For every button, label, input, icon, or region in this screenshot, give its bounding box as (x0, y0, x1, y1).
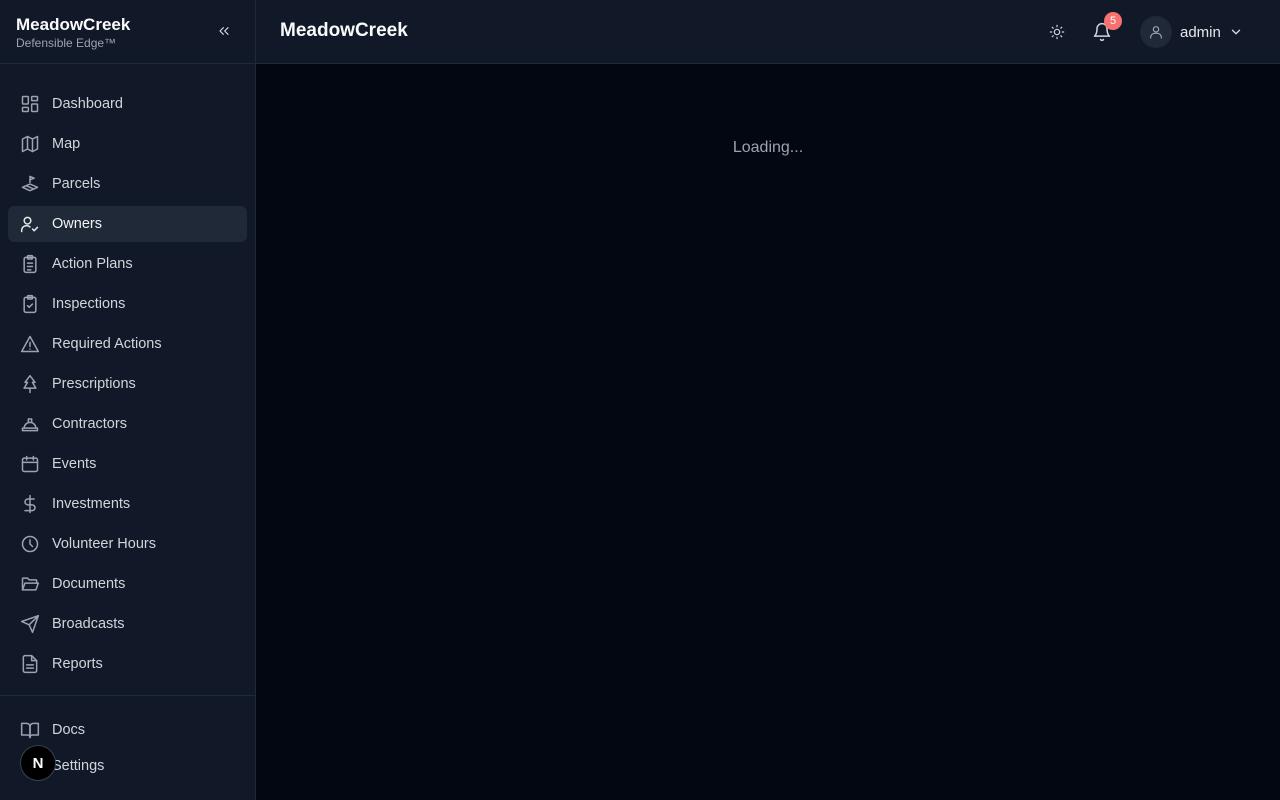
warning-triangle-icon (20, 334, 40, 354)
sidebar-item-investments[interactable]: Investments (8, 486, 247, 522)
brand-tagline: Defensible Edge™ (16, 36, 117, 50)
clipboard-list-icon (20, 254, 40, 274)
sidebar-nav: Dashboard Map Parcels Owners Action Plan… (0, 64, 255, 682)
sidebar: MeadowCreek Defensible Edge™ Dashboard M… (0, 0, 256, 800)
page-title: MeadowCreek (280, 20, 408, 41)
sidebar-item-label: Inspections (52, 296, 126, 312)
brand-header: MeadowCreek Defensible Edge™ (0, 0, 255, 64)
sidebar-item-documents[interactable]: Documents (8, 566, 247, 602)
sidebar-item-label: Owners (52, 216, 102, 232)
sidebar-item-label: Events (52, 456, 97, 472)
dollar-icon (20, 494, 40, 514)
notification-count-badge: 5 (1104, 12, 1122, 30)
hard-hat-icon (20, 414, 40, 434)
parcels-icon (20, 174, 40, 194)
chevron-down-icon (1229, 25, 1243, 39)
sidebar-item-owners[interactable]: Owners (8, 206, 247, 242)
sidebar-item-label: Action Plans (52, 256, 133, 272)
sidebar-item-required-actions[interactable]: Required Actions (8, 326, 247, 362)
user-menu[interactable]: admin (1140, 16, 1243, 48)
user-icon (1150, 26, 1162, 39)
sidebar-item-volunteer-hours[interactable]: Volunteer Hours (8, 526, 247, 562)
sidebar-item-label: Docs (52, 722, 86, 738)
sidebar-item-action-plans[interactable]: Action Plans (8, 246, 247, 282)
sidebar-item-label: Broadcasts (52, 616, 125, 632)
sidebar-item-label: Parcels (52, 176, 101, 192)
book-icon (20, 720, 40, 740)
loading-text: Loading... (732, 139, 804, 156)
sidebar-item-dashboard[interactable]: Dashboard (8, 86, 247, 122)
brand-name: MeadowCreek (16, 15, 131, 34)
sidebar-item-label: Documents (52, 576, 126, 592)
file-text-icon (20, 654, 40, 674)
sidebar-item-label: Prescriptions (52, 376, 136, 392)
sidebar-item-events[interactable]: Events (8, 446, 247, 482)
sun-icon (1049, 24, 1065, 40)
sidebar-item-label: Settings (52, 758, 105, 774)
sidebar-item-label: Reports (52, 656, 103, 672)
sidebar-item-docs[interactable]: Docs (8, 712, 247, 748)
send-icon (20, 614, 40, 634)
sidebar-item-inspections[interactable]: Inspections (8, 286, 247, 322)
dashboard-icon (20, 94, 40, 114)
avatar (1140, 16, 1172, 48)
tree-icon (20, 374, 40, 394)
sidebar-item-label: Dashboard (52, 96, 123, 112)
sidebar-item-parcels[interactable]: Parcels (8, 166, 247, 202)
floating-n-badge[interactable]: N (20, 745, 56, 781)
folder-open-icon (20, 574, 40, 594)
user-name: admin (1180, 23, 1221, 41)
sidebar-item-label: Required Actions (52, 336, 162, 352)
owners-icon (20, 214, 40, 234)
sidebar-item-label: Map (52, 136, 81, 152)
sidebar-item-map[interactable]: Map (8, 126, 247, 162)
theme-toggle-button[interactable] (1046, 21, 1068, 43)
chevrons-left-icon (219, 27, 229, 35)
collapse-sidebar-button[interactable] (213, 20, 235, 42)
sidebar-item-label: Volunteer Hours (52, 536, 156, 552)
top-bar: MeadowCreek 5 admin (256, 0, 1280, 64)
sidebar-item-reports[interactable]: Reports (8, 646, 247, 682)
sidebar-item-contractors[interactable]: Contractors (8, 406, 247, 442)
sidebar-item-broadcasts[interactable]: Broadcasts (8, 606, 247, 642)
sidebar-item-label: Contractors (52, 416, 127, 432)
clipboard-check-icon (20, 294, 40, 314)
sidebar-item-prescriptions[interactable]: Prescriptions (8, 366, 247, 402)
clock-icon (20, 534, 40, 554)
map-icon (20, 134, 40, 154)
sidebar-item-label: Investments (52, 496, 131, 512)
calendar-icon (20, 454, 40, 474)
